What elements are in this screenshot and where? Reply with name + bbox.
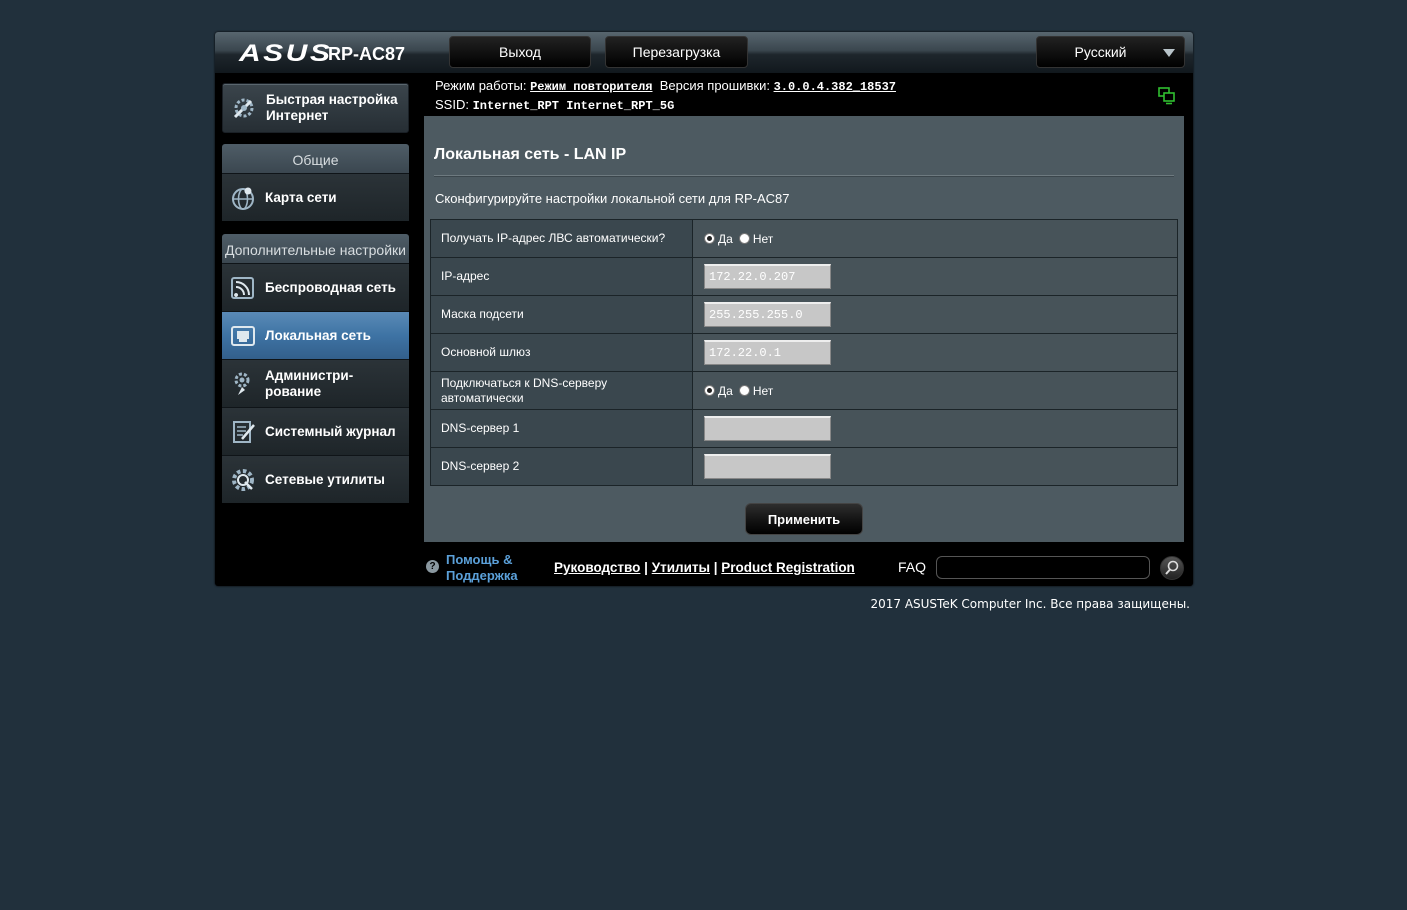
reboot-button[interactable]: Перезагрузка: [605, 36, 748, 68]
auto-dns-radio-group: Да Нет: [704, 384, 1177, 398]
advanced-section-title: Дополнительные настройки: [222, 234, 409, 264]
general-section-title: Общие: [222, 144, 409, 174]
lan-ip-form: Получать IP-адрес ЛВС автоматически? Да …: [430, 219, 1178, 486]
auto-ip-yes-radio[interactable]: [704, 233, 715, 244]
auto-dns-label: Подключаться к DNS-серверу автоматически: [430, 371, 693, 410]
ip-address-input[interactable]: [704, 264, 831, 289]
firmware-label: Версия прошивки:: [659, 78, 770, 93]
faq-search-input[interactable]: [936, 556, 1150, 579]
product-registration-link[interactable]: Product Registration: [721, 560, 855, 575]
auto-ip-label: Получать IP-адрес ЛВС автоматически?: [430, 219, 693, 258]
status-bar: Режим работы: Режим повторителя Версия п…: [424, 73, 1184, 116]
chevron-down-icon: [1163, 49, 1175, 57]
page-title: Локальная сеть - LAN IP: [434, 146, 627, 163]
ssid-value-5g: Internet_RPT_5G: [566, 99, 675, 113]
faq-label: FAQ: [898, 559, 927, 575]
auto-ip-no-option[interactable]: Нет: [738, 232, 773, 246]
sidebar-item-label: Сетевые утилиты: [265, 471, 385, 487]
table-row: Основной шлюз: [430, 333, 1178, 372]
sidebar-item-network-tools[interactable]: Сетевые утилиты: [222, 455, 409, 503]
dns2-input[interactable]: [704, 454, 831, 479]
network-tools-icon: [232, 469, 254, 491]
lan-icon: [231, 326, 255, 346]
network-map-icon: [232, 187, 254, 210]
footer-links: Руководство | Утилиты | Product Registra…: [554, 560, 855, 575]
auto-ip-yes-option[interactable]: Да: [704, 232, 733, 246]
subnet-mask-input[interactable]: [704, 302, 831, 327]
auto-dns-yes-radio[interactable]: [704, 385, 715, 396]
faq-search-button[interactable]: [1160, 556, 1184, 580]
model-name: RP-AC87: [328, 44, 406, 64]
table-row: Получать IP-адрес ЛВС автоматически? Да …: [430, 219, 1178, 258]
help-icon: ?: [426, 560, 439, 573]
page-description: Сконфигурируйте настройки локальной сети…: [435, 191, 790, 206]
utilities-link[interactable]: Утилиты: [652, 560, 710, 575]
gateway-input[interactable]: [704, 340, 831, 365]
help-support-link[interactable]: Помощь & Поддержка: [446, 552, 518, 584]
firmware-version-link[interactable]: 3.0.0.4.382_18537: [774, 80, 896, 94]
asus-logo: ASUS: [239, 40, 333, 67]
operation-mode-link[interactable]: Режим повторителя: [530, 80, 652, 94]
manual-link[interactable]: Руководство: [554, 560, 640, 575]
network-status-icon[interactable]: [1158, 87, 1176, 105]
language-select-value: Русский: [1074, 44, 1127, 60]
top-header: ASUS RP-AC87 Выход Перезагрузка Русский: [215, 32, 1193, 73]
auto-dns-no-option[interactable]: Нет: [738, 384, 773, 398]
sidebar-item-label: Беспроводная сеть: [265, 279, 396, 295]
table-row: DNS-сервер 2: [430, 447, 1178, 486]
sidebar-item-administration[interactable]: Администри-рование: [222, 359, 409, 407]
administration-icon: [234, 372, 250, 395]
search-icon: [1165, 560, 1179, 575]
quick-setup-icon: [233, 98, 254, 119]
wireless-icon: [231, 277, 254, 299]
sidebar-item-lan[interactable]: Локальная сеть: [222, 311, 409, 359]
system-log-icon: [233, 421, 255, 443]
language-select[interactable]: Русский: [1036, 36, 1185, 68]
apply-button[interactable]: Применить: [745, 503, 863, 535]
operation-mode-label: Режим работы:: [435, 78, 527, 93]
ssid-value-2g: Internet_RPT: [472, 99, 560, 113]
auto-ip-no-radio[interactable]: [738, 233, 750, 244]
router-admin-window: ASUS RP-AC87 Выход Перезагрузка Русский …: [215, 32, 1193, 586]
table-row: IP-адрес: [430, 257, 1178, 296]
quick-internet-setup[interactable]: Быстрая настройка Интернет: [222, 83, 409, 133]
table-row: Подключаться к DNS-серверу автоматически…: [430, 371, 1178, 410]
auto-dns-no-radio[interactable]: [738, 385, 750, 396]
sidebar-item-network-map[interactable]: Карта сети: [222, 173, 409, 221]
ip-address-label: IP-адрес: [430, 257, 693, 296]
title-divider: [434, 175, 1174, 177]
table-row: DNS-сервер 1: [430, 409, 1178, 448]
ssid-label: SSID:: [435, 97, 469, 112]
auto-dns-yes-option[interactable]: Да: [704, 384, 733, 398]
sidebar-item-wireless[interactable]: Беспроводная сеть: [222, 263, 409, 311]
logout-button[interactable]: Выход: [449, 36, 591, 68]
sidebar-item-label: Системный журнал: [265, 423, 396, 439]
subnet-mask-label: Маска подсети: [430, 295, 693, 334]
copyright-text: 2017 ASUSTeK Computer Inc. Все права защ…: [870, 597, 1190, 611]
table-row: Маска подсети: [430, 295, 1178, 334]
sidebar-item-label: Администри-рование: [265, 367, 354, 399]
auto-ip-radio-group: Да Нет: [704, 232, 1177, 246]
main-content: Локальная сеть - LAN IP Сконфигурируйте …: [424, 116, 1184, 542]
dns1-input[interactable]: [704, 416, 831, 441]
sidebar-item-system-log[interactable]: Системный журнал: [222, 407, 409, 455]
sidebar-item-label: Карта сети: [265, 189, 337, 205]
quick-setup-label: Быстрая настройка Интернет: [266, 92, 398, 123]
footer: ? Помощь & Поддержка Руководство | Утили…: [424, 550, 1184, 586]
sidebar-item-label: Локальная сеть: [265, 327, 371, 343]
gateway-label: Основной шлюз: [430, 333, 693, 372]
dns1-label: DNS-сервер 1: [430, 409, 693, 448]
dns2-label: DNS-сервер 2: [430, 447, 693, 486]
